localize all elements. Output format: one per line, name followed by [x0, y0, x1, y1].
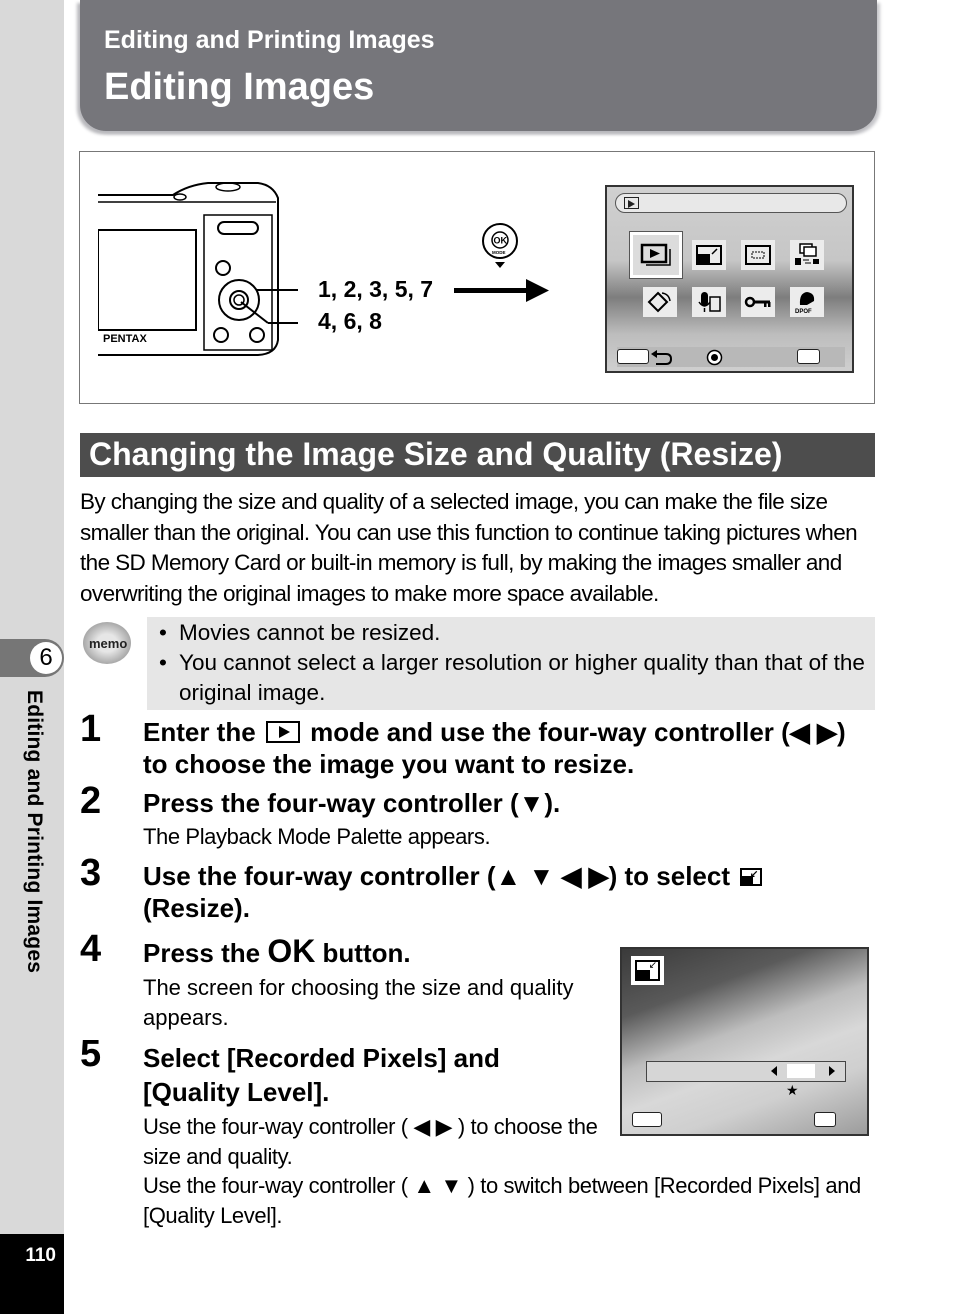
page-header: Editing and Printing Images Editing Imag… [80, 0, 877, 131]
step-number: 4 [80, 928, 102, 970]
chapter-title-vertical: Editing and Printing Images [23, 690, 46, 974]
resize-mode-icon: ↙ [631, 956, 664, 985]
page-title: Editing Images [104, 66, 375, 108]
step-number: 5 [80, 1033, 102, 1075]
callout-steps-controller: 1, 2, 3, 5, 7 [318, 276, 434, 302]
menu-button-indicator [617, 349, 649, 364]
step-body: The Playback Mode Palette appears. [143, 824, 491, 849]
recorded-pixels-selector[interactable] [646, 1061, 846, 1082]
resize-screen: ↙ ★ [620, 947, 869, 1136]
memo-item: You cannot select a larger resolution or… [159, 648, 875, 708]
step-title: Use the four-way controller (▲ ▼ ◀ ▶) to… [143, 860, 833, 924]
mode-label: MODE [492, 250, 506, 255]
intro-paragraph: By changing the size and quality of a se… [80, 489, 858, 607]
step-number: 3 [80, 852, 102, 894]
palette-protect-icon[interactable] [741, 287, 775, 317]
ok-label: OK [494, 236, 508, 246]
palette-top-bar [615, 193, 847, 213]
palette-bottom-bar [617, 347, 845, 367]
memo-item: Movies cannot be resized. [159, 618, 875, 648]
chapter-number: 6 [30, 642, 62, 674]
step-title: Press the four-way controller (▼). [143, 788, 561, 818]
ok-button-glyph: OK [267, 933, 316, 969]
palette-voice-memo-icon[interactable] [692, 287, 726, 317]
right-arrow-icon [454, 279, 549, 302]
palette-image-copy-icon[interactable] [790, 240, 824, 270]
camera-back-illustration: PENTAX [98, 182, 298, 356]
page-number: 110 [25, 1245, 56, 1266]
step-number: 1 [80, 708, 102, 750]
section-heading: Changing the Image Size and Quality (Res… [80, 433, 875, 477]
playback-mode-icon [624, 197, 639, 209]
step-body: The screen for choosing the size and qua… [143, 975, 574, 1030]
palette-resize-icon[interactable] [692, 240, 726, 270]
playback-palette-screen: DPOF [605, 185, 854, 373]
record-icon [706, 349, 723, 366]
step-title: Enter the mode and use the four-way cont… [143, 717, 846, 779]
memo-icon: memo [83, 622, 131, 664]
palette-cropping-icon[interactable] [741, 240, 775, 270]
left-arrow-icon[interactable] [771, 1066, 777, 1076]
palette-rotate-icon[interactable] [643, 287, 677, 317]
quality-star-icon[interactable]: ★ [786, 1082, 799, 1099]
step-body: Use the four-way controller ( ▲ ▼ ) to s… [143, 1173, 861, 1228]
header-subtitle: Editing and Printing Images [104, 26, 435, 54]
menu-button-indicator [632, 1112, 662, 1127]
callout-steps-ok: 4, 6, 8 [318, 308, 382, 334]
memo-box: Movies cannot be resized. You cannot sel… [147, 617, 875, 710]
step-title: Press the OK button. [143, 933, 411, 969]
ok-button-icon: OK MODE [482, 223, 518, 268]
palette-playback-icon[interactable] [629, 231, 683, 279]
step-title: Select [Recorded Pixels] and [Quality Le… [143, 1043, 500, 1107]
ok-button-indicator [814, 1112, 836, 1127]
svg-text:DPOF: DPOF [795, 309, 812, 315]
playback-mode-icon [265, 721, 300, 743]
selected-value [787, 1064, 815, 1078]
resize-icon: ↙ [740, 868, 763, 886]
ok-button-indicator [797, 349, 820, 364]
right-arrow-icon[interactable] [829, 1066, 835, 1076]
camera-figure: PENTAX 1, 2, 3, 5, 7 4, 6, 8 OK MODE DPO… [79, 151, 875, 404]
back-icon [651, 350, 673, 365]
step-number: 2 [80, 780, 102, 822]
palette-dpof-icon[interactable]: DPOF [790, 287, 824, 317]
step-body: Use the four-way controller ( ◀ ▶ ) to c… [143, 1114, 598, 1169]
camera-brand: PENTAX [103, 333, 147, 345]
